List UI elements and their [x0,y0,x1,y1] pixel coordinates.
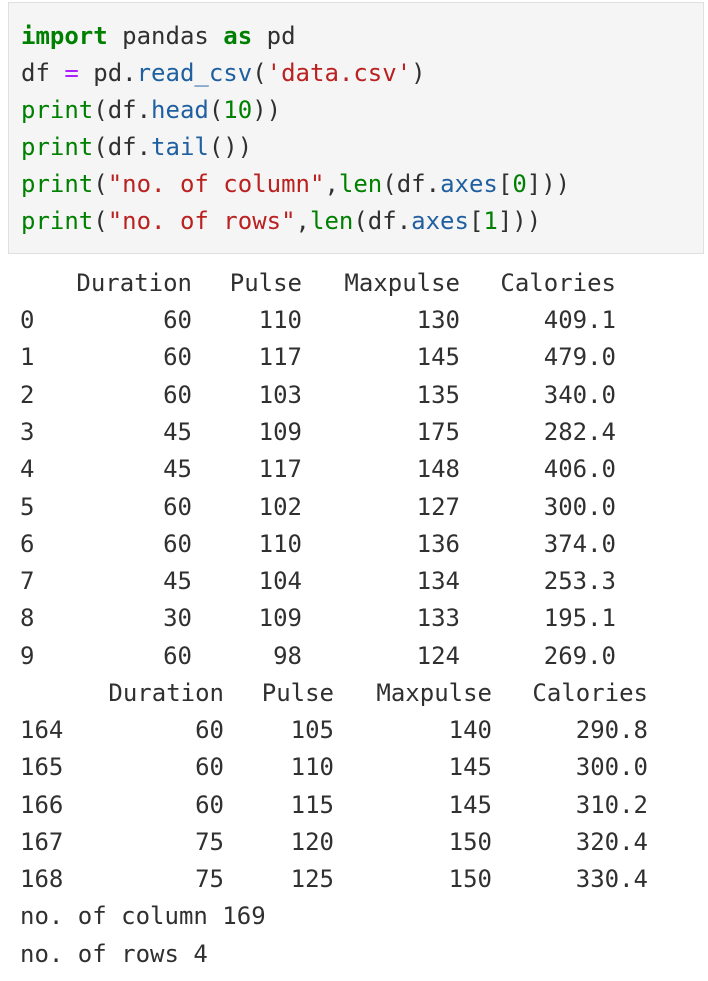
table-cell: 320.4 [575,827,648,856]
table-cell: 110 [290,753,334,782]
row-index: 167 [20,827,64,856]
column-header: Calories [500,269,616,297]
table-cell: 374.0 [543,529,616,558]
code-line-print-rows: print("no. of rows",len(df.axes[1])) [21,207,542,235]
table-cell: 127 [416,492,460,521]
column-header: Duration [108,679,224,707]
table-cell: 135 [416,380,460,409]
table-cell: 145 [448,790,492,819]
table-cell: 125 [290,865,334,894]
row-index: 166 [20,790,64,819]
table-cell: 145 [416,343,460,372]
table-cell: 110 [258,529,302,558]
table-cell: 134 [416,567,460,596]
table-cell: 109 [258,604,302,633]
table-cell: 109 [258,417,302,446]
table-cell: 330.4 [575,865,648,894]
table-cell: 195.1 [543,604,616,633]
code-line-import: import pandas as pd [21,22,296,50]
table-cell: 136 [416,529,460,558]
column-header: Pulse [229,269,302,297]
table-cell: 115 [290,790,334,819]
table-cell: 409.1 [543,306,616,334]
code-line-print-columns: print("no. of column",len(df.axes[0])) [21,170,571,198]
row-index: 5 [20,492,35,521]
table-cell: 104 [258,567,302,596]
row-index: 9 [20,641,35,670]
table-cell: 269.0 [543,641,616,670]
table-cell: 479.0 [543,343,616,372]
row-count-output: no. of rows 4 [20,940,208,968]
table-cell: 253.3 [543,567,616,596]
row-index: 168 [20,865,64,894]
code-cell[interactable]: import pandas as pd df = pd.read_csv('da… [8,2,704,254]
row-index: 164 [20,716,64,744]
table-cell: 406.0 [543,455,616,484]
table-cell: 148 [416,455,460,484]
table-cell: 105 [290,716,334,744]
code-line-print-head: print(df.head(10)) [21,96,282,124]
table-cell: 133 [416,604,460,633]
table-cell: 340.0 [543,380,616,409]
table-cell: 290.8 [575,716,648,744]
table-cell: 150 [448,865,492,894]
column-header: Maxpulse [344,269,460,297]
column-header: Calories [532,679,648,707]
row-index: 2 [20,380,35,409]
table-cell: 310.2 [575,790,648,819]
column-header: Pulse [261,679,334,707]
column-header: Duration [76,269,192,297]
table-cell: 120 [290,827,334,856]
table-cell: 145 [448,753,492,782]
table-cell: 282.4 [543,417,616,446]
table-cell: 103 [258,380,302,409]
table-cell: 175 [416,417,460,446]
code-line-print-tail: print(df.tail()) [21,133,253,161]
row-index: 165 [20,753,64,782]
table-cell: 300.0 [543,492,616,521]
table-cell: 124 [416,641,460,670]
row-index: 8 [20,604,35,633]
row-index: 0 [20,306,35,334]
row-index: 7 [20,567,35,596]
table-cell: 150 [448,827,492,856]
column-header: Maxpulse [376,679,492,707]
table-cell: 140 [448,716,492,744]
row-index: 6 [20,529,35,558]
table-cell: 110 [258,306,302,334]
table-cell: 102 [258,492,302,521]
row-index: 1 [20,343,35,372]
table-cell: 130 [416,306,460,334]
row-index: 4 [20,455,35,484]
row-index: 3 [20,417,35,446]
table-cell: 98 [273,641,302,670]
table-cell: 117 [258,455,302,484]
table-cell: 300.0 [575,753,648,782]
table-cell: 117 [258,343,302,372]
column-count-output: no. of column 169 [20,902,266,930]
code-line-read-csv: df = pd.read_csv('data.csv') [21,59,426,87]
